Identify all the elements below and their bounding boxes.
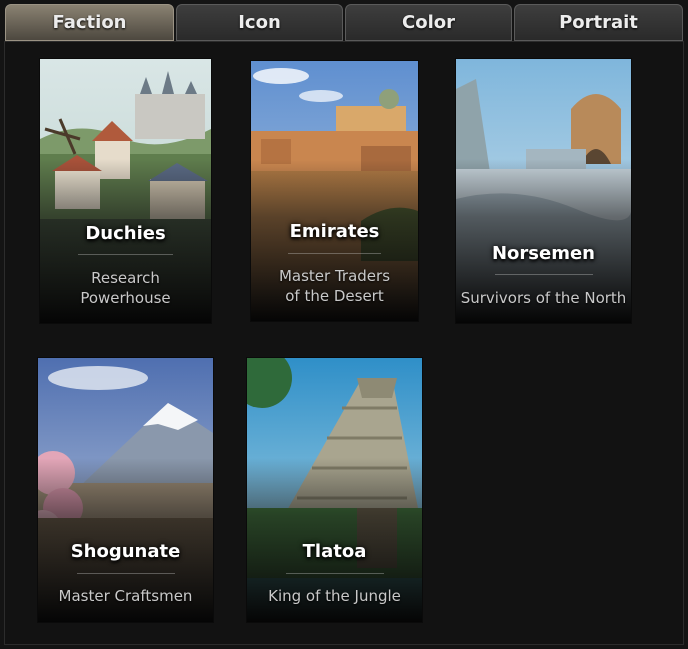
divider bbox=[285, 573, 384, 574]
divider bbox=[287, 253, 382, 254]
tab-portrait[interactable]: Portrait bbox=[514, 4, 683, 41]
divider bbox=[76, 573, 175, 574]
faction-name: Shogunate bbox=[70, 541, 181, 562]
faction-description: Research Powerhouse bbox=[80, 269, 171, 307]
faction-description: Master Craftsmen bbox=[58, 587, 193, 605]
faction-description: Survivors of the North bbox=[460, 289, 627, 307]
faction-name: Norsemen bbox=[491, 243, 595, 264]
tab-color[interactable]: Color bbox=[345, 4, 512, 41]
faction-card-norsemen[interactable]: Norsemen Survivors of the North bbox=[456, 59, 631, 323]
divider bbox=[77, 254, 174, 255]
faction-card-duchies[interactable]: Duchies Research Powerhouse bbox=[40, 59, 211, 323]
faction-name: Emirates bbox=[289, 221, 380, 242]
divider bbox=[494, 274, 593, 275]
tab-bar: Faction Icon Color Portrait bbox=[0, 0, 688, 44]
faction-name: Tlatoa bbox=[302, 541, 367, 562]
faction-description: Master Traders of the Desert bbox=[278, 267, 391, 305]
faction-description: King of the Jungle bbox=[268, 587, 401, 605]
tab-icon[interactable]: Icon bbox=[176, 4, 343, 41]
faction-name: Duchies bbox=[85, 223, 166, 244]
faction-card-shogunate[interactable]: Shogunate Master Craftsmen bbox=[38, 358, 213, 622]
faction-card-emirates[interactable]: Emirates Master Traders of the Desert bbox=[251, 61, 418, 321]
tab-faction[interactable]: Faction bbox=[5, 4, 174, 41]
faction-card-tlatoa[interactable]: Tlatoa King of the Jungle bbox=[247, 358, 422, 622]
